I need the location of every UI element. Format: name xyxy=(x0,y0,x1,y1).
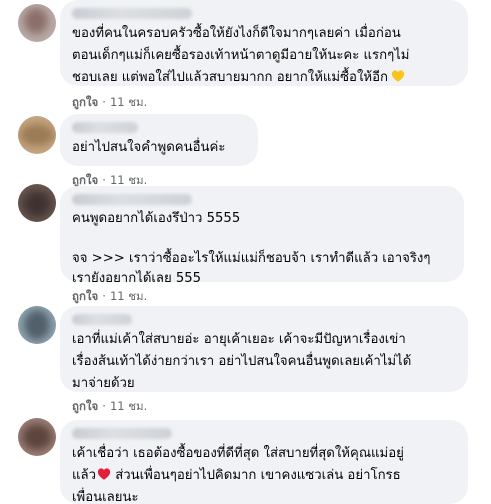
commenter-name-blurred[interactable] xyxy=(72,8,192,19)
comment-bubble: เอาที่แม่เค้าใส่สบายอ่ะ อายุเค้าเยอะ เค้… xyxy=(60,306,468,392)
comment-bubble: เค้าเชื่อว่า เธอต้องซื้อของที่ดีที่สุด ใ… xyxy=(60,420,468,504)
comment-meta: ถูกใจ · 11 ชม. xyxy=(72,95,148,109)
avatar[interactable] xyxy=(18,184,56,222)
timestamp[interactable]: 11 ชม. xyxy=(110,399,147,413)
yellow-heart-icon xyxy=(391,70,405,82)
avatar[interactable] xyxy=(18,418,56,456)
avatar[interactable] xyxy=(18,4,56,42)
comment-text: เอาที่แม่เค้าใส่สบายอ่ะ อายุเค้าเยอะ เค้… xyxy=(72,332,412,391)
like-link[interactable]: ถูกใจ xyxy=(72,289,98,303)
comment-meta: ถูกใจ · 11 ชม. xyxy=(72,289,148,303)
like-link[interactable]: ถูกใจ xyxy=(72,399,98,413)
timestamp[interactable]: 11 ชม. xyxy=(110,95,147,109)
red-heart-icon xyxy=(97,468,111,480)
like-link[interactable]: ถูกใจ xyxy=(72,173,98,187)
avatar[interactable] xyxy=(18,306,56,344)
comment-bubble: อย่าไปสนใจคำพูดคนอื่นค่ะ xyxy=(60,114,258,166)
comment-text: ของที่คนในครอบครัวซื้อให้ยังไงก็ดีใจมากๆ… xyxy=(72,26,410,85)
commenter-name-blurred[interactable] xyxy=(72,314,132,325)
comment-feed: ของที่คนในครอบครัวซื้อให้ยังไงก็ดีใจมากๆ… xyxy=(0,0,491,504)
timestamp[interactable]: 11 ชม. xyxy=(110,173,147,187)
comment-text: อย่าไปสนใจคำพูดคนอื่นค่ะ xyxy=(72,140,226,155)
comment-text: เค้าเชื่อว่า เธอต้องซื้อของที่ดีที่สุด ใ… xyxy=(72,446,404,504)
comment-text: คนพูดอยากได้เองรึป่าว 5555 จจ >>> เราว่า… xyxy=(72,211,431,286)
like-link[interactable]: ถูกใจ xyxy=(72,95,98,109)
commenter-name-blurred[interactable] xyxy=(72,428,172,439)
commenter-name-blurred[interactable] xyxy=(72,122,138,133)
commenter-name-blurred[interactable] xyxy=(72,194,192,205)
comment-meta: ถูกใจ · 11 ชม. xyxy=(72,399,148,413)
timestamp[interactable]: 11 ชม. xyxy=(110,289,147,303)
comment-bubble: ของที่คนในครอบครัวซื้อให้ยังไงก็ดีใจมากๆ… xyxy=(60,0,468,86)
avatar[interactable] xyxy=(18,116,56,154)
comment-bubble: คนพูดอยากได้เองรึป่าว 5555 จจ >>> เราว่า… xyxy=(60,186,464,286)
